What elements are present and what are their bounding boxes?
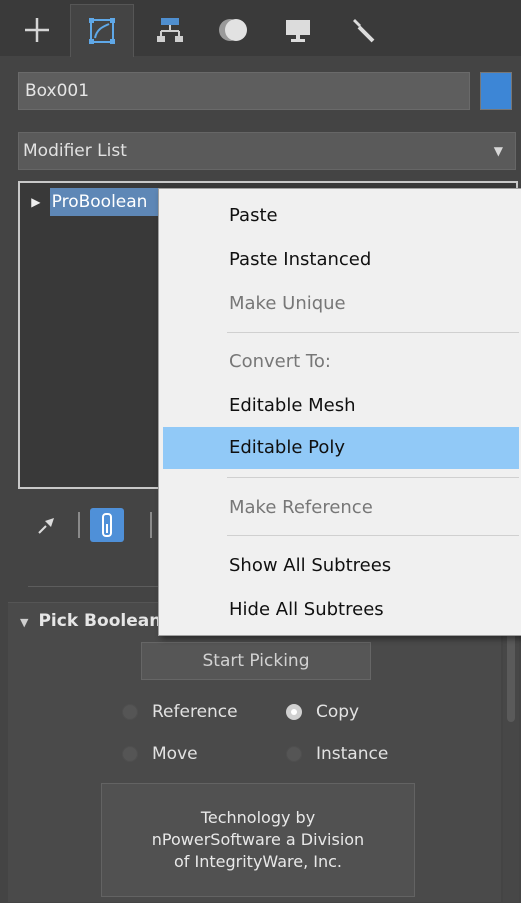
credits-line: nPowerSoftware a Division: [151, 830, 365, 849]
radio-dot: [286, 746, 302, 762]
show-end-result-icon: [102, 513, 112, 537]
pin-icon: [38, 518, 54, 534]
radio-label: Move: [152, 744, 198, 764]
menu-separator: [227, 332, 519, 333]
radio-label: Reference: [152, 702, 238, 722]
show-end-result-button[interactable]: [90, 508, 124, 542]
scrollbar-thumb[interactable]: [507, 632, 515, 722]
expand-triangle-icon[interactable]: ▶: [22, 195, 50, 209]
radio-reference[interactable]: Reference: [122, 702, 238, 722]
context-menu: Paste Paste Instanced Make Unique Conver…: [158, 188, 521, 636]
menu-item-editable-poly[interactable]: Editable Poly: [163, 427, 519, 469]
menu-item-make-reference: Make Reference: [229, 497, 373, 518]
object-color-swatch[interactable]: [480, 72, 512, 110]
radio-label: Instance: [316, 744, 389, 764]
toolbar-separator: [150, 512, 152, 538]
modifier-list-label: Modifier List: [23, 141, 127, 161]
modify-icon: [89, 18, 115, 44]
hierarchy-icon: [157, 18, 183, 42]
menu-item-convert-to: Convert To:: [229, 351, 331, 372]
stack-toolbar: [18, 500, 178, 550]
rollout-header[interactable]: ▼ Pick Boolean: [20, 611, 161, 631]
menu-separator: [227, 535, 519, 536]
menu-item-show-all-subtrees[interactable]: Show All Subtrees: [159, 545, 521, 587]
collapse-triangle-icon: ▼: [20, 616, 29, 629]
command-panel-tabs: [0, 0, 521, 57]
motion-tab[interactable]: [206, 4, 262, 56]
pin-stack-button[interactable]: [34, 512, 60, 538]
panel-scrollbar[interactable]: [503, 602, 519, 902]
motion-icon: [219, 19, 247, 41]
menu-item-hide-all-subtrees[interactable]: Hide All Subtrees: [159, 589, 521, 631]
radio-instance[interactable]: Instance: [286, 744, 388, 764]
utilities-icon: [353, 19, 375, 43]
credits-line: Technology by: [200, 808, 316, 827]
radio-copy[interactable]: Copy: [286, 702, 359, 722]
menu-separator: [227, 477, 519, 478]
radio-label: Copy: [316, 702, 360, 722]
create-tab[interactable]: [12, 4, 62, 56]
radio-dot: [122, 746, 138, 762]
display-tab[interactable]: [270, 4, 326, 56]
hierarchy-tab[interactable]: [142, 4, 198, 56]
modify-tab[interactable]: [70, 4, 134, 57]
radio-dot: [122, 704, 138, 720]
display-icon: [286, 20, 310, 42]
rollout-title: Pick Boolean: [38, 611, 162, 631]
plus-icon: [25, 18, 49, 42]
menu-item-paste[interactable]: Paste: [159, 195, 521, 237]
start-picking-button[interactable]: Start Picking: [141, 642, 371, 680]
dropdown-arrow-icon: ▼: [493, 144, 503, 158]
utilities-tab[interactable]: [334, 4, 390, 56]
credits-line: of IntegrityWare, Inc.: [174, 852, 342, 871]
menu-item-editable-mesh[interactable]: Editable Mesh: [159, 385, 521, 427]
radio-move[interactable]: Move: [122, 744, 198, 764]
toolbar-separator: [78, 512, 80, 538]
menu-item-paste-instanced[interactable]: Paste Instanced: [159, 239, 521, 281]
object-name-field[interactable]: Box001: [18, 72, 470, 110]
radio-dot-selected: [286, 704, 302, 720]
modifier-list-dropdown[interactable]: Modifier List ▼: [18, 132, 516, 170]
menu-item-make-unique: Make Unique: [229, 293, 346, 314]
credits-box: Technology by nPowerSoftware a Division …: [101, 783, 415, 897]
